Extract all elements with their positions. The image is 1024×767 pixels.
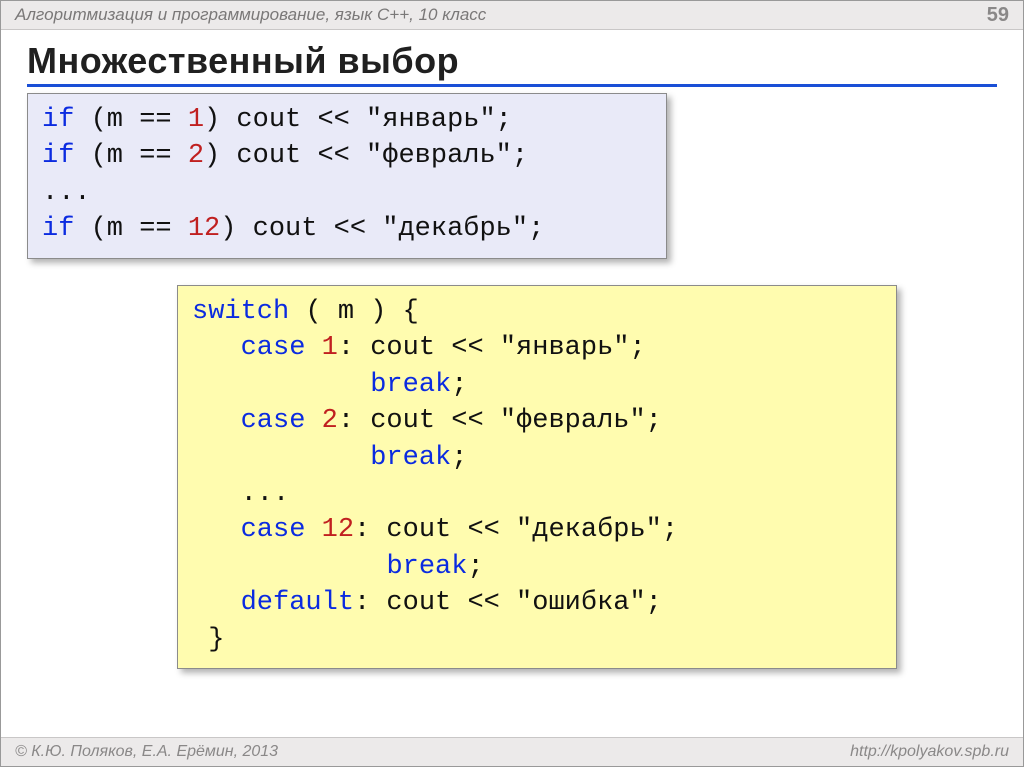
code-text: ; [451, 370, 467, 400]
header-bar: Алгоритмизация и программирование, язык … [1, 1, 1023, 30]
kw-case: case [241, 333, 306, 363]
pad [192, 552, 386, 582]
num-literal: 2 [322, 406, 338, 436]
footer-bar: © К.Ю. Поляков, Е.А. Ерёмин, 2013 http:/… [1, 737, 1023, 766]
code-text: : cout << "январь"; [338, 333, 646, 363]
code-text: ) cout << "февраль"; [204, 141, 528, 171]
kw-case: case [241, 515, 306, 545]
kw-case: case [241, 406, 306, 436]
pad [192, 515, 241, 545]
code-text: (m == [74, 105, 187, 135]
pad [192, 333, 241, 363]
pad [192, 588, 241, 618]
code-text: : cout << "декабрь"; [354, 515, 678, 545]
num-literal: 1 [322, 333, 338, 363]
pad [192, 370, 370, 400]
num-literal: 12 [188, 214, 220, 244]
sp [305, 333, 321, 363]
pad [192, 443, 370, 473]
code-text: ; [451, 443, 467, 473]
code-text: ) cout << "январь"; [204, 105, 512, 135]
sp [305, 406, 321, 436]
ellipsis: ... [42, 178, 91, 208]
kw-break: break [370, 370, 451, 400]
slide-title: Множественный выбор [27, 40, 997, 87]
kw-switch: switch [192, 297, 289, 327]
pad [192, 406, 241, 436]
sp [305, 515, 321, 545]
code-if-block: if (m == 1) cout << "январь"; if (m == 2… [27, 93, 667, 259]
kw-if: if [42, 214, 74, 244]
num-literal: 12 [322, 515, 354, 545]
kw-if: if [42, 141, 74, 171]
kw-default: default [241, 588, 354, 618]
code-text: (m == [74, 141, 187, 171]
page-number: 59 [987, 4, 1009, 27]
code-text: (m == [74, 214, 187, 244]
kw-break: break [386, 552, 467, 582]
code-switch-block: switch ( m ) { case 1: cout << "январь";… [177, 285, 897, 669]
code-text: ) cout << "декабрь"; [220, 214, 544, 244]
kw-break: break [370, 443, 451, 473]
num-literal: 1 [188, 105, 204, 135]
slide: Алгоритмизация и программирование, язык … [0, 0, 1024, 767]
code-text: : cout << "ошибка"; [354, 588, 662, 618]
copyright: © К.Ю. Поляков, Е.А. Ерёмин, 2013 [15, 743, 278, 761]
code-text: ( m ) { [289, 297, 435, 327]
code-text: ; [467, 552, 483, 582]
code-text: : cout << "февраль"; [338, 406, 678, 436]
ellipsis: ... [241, 479, 290, 509]
num-literal: 2 [188, 141, 204, 171]
footer-url: http://kpolyakov.spb.ru [850, 743, 1009, 761]
kw-if: if [42, 105, 74, 135]
content-area: Множественный выбор if (m == 1) cout << … [1, 30, 1023, 669]
course-title: Алгоритмизация и программирование, язык … [15, 5, 486, 25]
code-text: } [192, 625, 224, 655]
pad [192, 479, 241, 509]
